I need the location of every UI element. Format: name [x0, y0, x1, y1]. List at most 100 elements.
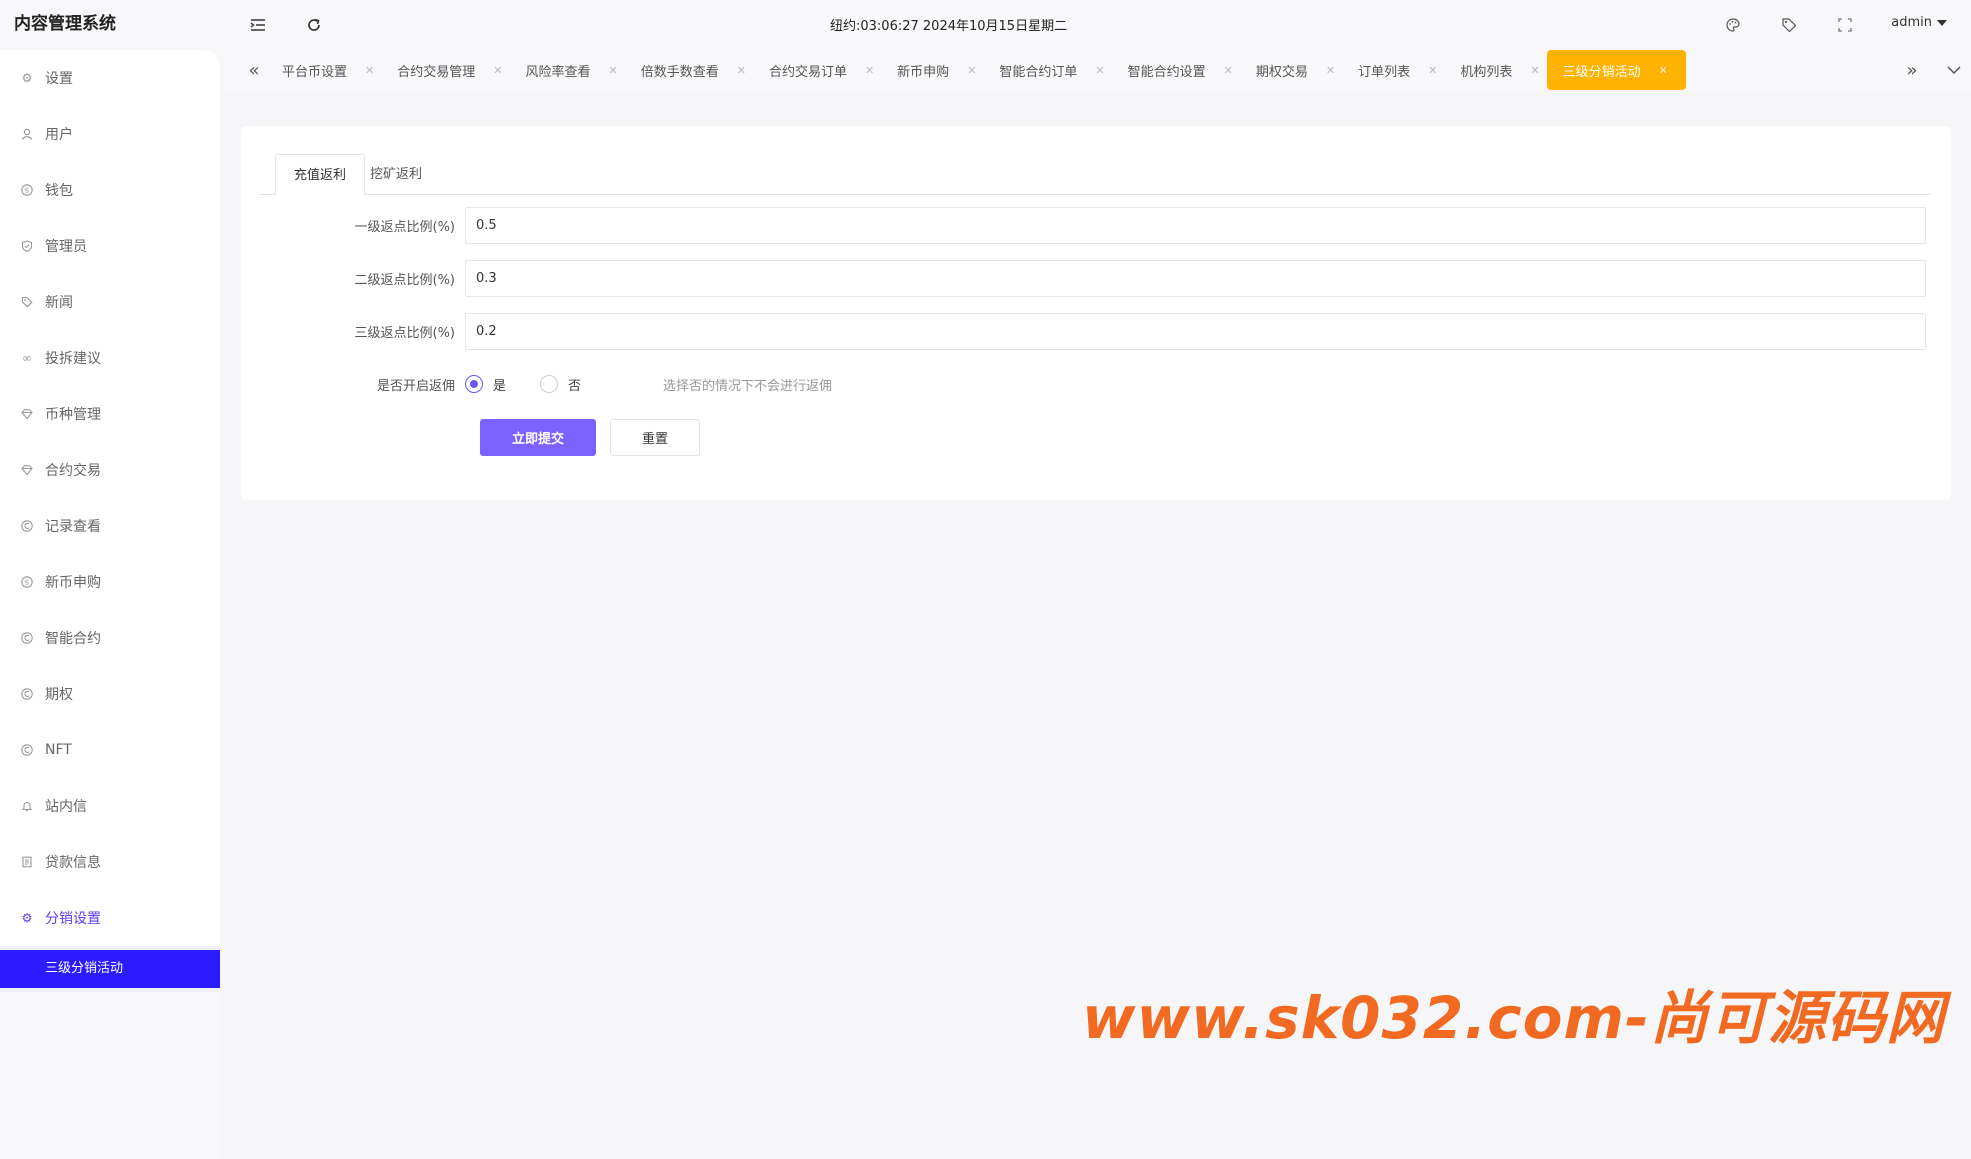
link-icon: ∞: [22, 351, 32, 365]
tab-institution-list[interactable]: 机构列表 ✕: [1444, 50, 1546, 90]
sidebar-item-wallet[interactable]: $ 钱包: [0, 162, 220, 218]
user-name: admin: [1891, 15, 1932, 30]
sidebar-item-label: 分销设置: [45, 911, 101, 927]
theme-icon[interactable]: [1722, 14, 1744, 36]
sidebar-item-nft[interactable]: NFT: [0, 722, 220, 778]
tab-label: 智能合约订单: [999, 64, 1078, 80]
sidebar-item-news[interactable]: 新闻: [0, 274, 220, 330]
tab-smart-settings[interactable]: 智能合约设置 ✕: [1112, 50, 1240, 90]
sidebar-item-admin[interactable]: 管理员: [0, 218, 220, 274]
coin-icon: [20, 519, 34, 533]
form-row-level1: 一级返点比例(%): [241, 206, 1926, 244]
form-row-level3: 三级返点比例(%): [241, 312, 1926, 350]
enable-label: 是否开启返佣: [376, 378, 455, 394]
bell-icon: [20, 799, 34, 813]
shield-icon: [20, 239, 34, 253]
close-icon[interactable]: ✕: [1095, 64, 1104, 77]
tab-options-trade[interactable]: 期权交易 ✕: [1240, 50, 1342, 90]
tab-leverage[interactable]: 倍数手数查看 ✕: [625, 50, 753, 90]
close-icon[interactable]: ✕: [1224, 64, 1233, 77]
sidebar-item-label: 贷款信息: [45, 855, 101, 871]
tab-label: 三级分销活动: [1562, 64, 1641, 80]
sidebar-item-label: 合约交易: [45, 463, 101, 479]
tag-icon[interactable]: [1778, 14, 1800, 36]
tab-risk-rate[interactable]: 风险率查看 ✕: [509, 50, 624, 90]
sidebar-item-feedback[interactable]: ∞ 投拆建议: [0, 330, 220, 386]
sidebar-item-options[interactable]: 期权: [0, 666, 220, 722]
tab-new-coin[interactable]: 新币申购 ✕: [881, 50, 983, 90]
sidebar-item-smart-contract[interactable]: 智能合约: [0, 610, 220, 666]
gear-icon: ⚙: [21, 71, 33, 85]
diamond-icon: [20, 463, 34, 477]
radio-unchecked-icon: [540, 375, 559, 393]
sidebar-item-contract[interactable]: 合约交易: [0, 442, 220, 498]
sidebar-subitem-three-level[interactable]: 三级分销活动: [0, 950, 220, 988]
coin-icon: [20, 631, 34, 645]
close-icon[interactable]: ✕: [1326, 64, 1335, 77]
page-tabs-bar: « 平台币设置 ✕ 合约交易管理 ✕ 风险率查看 ✕ 倍数手数查看 ✕ 合约交易订单 ✕ …: [220, 50, 1971, 90]
sidebar-item-currency[interactable]: 币种管理: [0, 386, 220, 442]
tab-contract-orders[interactable]: 合约交易订单 ✕: [753, 50, 881, 90]
sidebar-item-label: 站内信: [45, 799, 87, 815]
sidebar-item-label: 记录查看: [45, 519, 101, 535]
sidebar-item-messages[interactable]: 站内信: [0, 778, 220, 834]
brand-title: 内容管理系统: [14, 14, 116, 34]
coin-icon: [20, 687, 34, 701]
tabs-prev-icon[interactable]: «: [242, 58, 266, 82]
radio-no-label: 否: [568, 378, 582, 394]
level3-label: 三级返点比例(%): [354, 325, 456, 341]
fullscreen-icon[interactable]: [1834, 14, 1856, 36]
sidebar-item-label: 币种管理: [45, 407, 101, 423]
reset-button[interactable]: 重置: [610, 418, 700, 456]
close-icon[interactable]: ✕: [493, 64, 502, 77]
close-icon[interactable]: ✕: [1428, 64, 1437, 77]
enable-hint: 选择否的情况下不会进行返佣: [663, 378, 833, 394]
sidebar-item-records[interactable]: 记录查看: [0, 498, 220, 554]
tab-contract-manage[interactable]: 合约交易管理 ✕: [381, 50, 509, 90]
sidebar-item-distribution[interactable]: ⚙ 分销设置: [0, 890, 220, 946]
level1-input[interactable]: [465, 206, 1926, 244]
radio-yes[interactable]: 是: [465, 375, 506, 394]
level3-input[interactable]: [465, 312, 1926, 350]
tab-label: 平台币设置: [282, 64, 348, 80]
dollar-icon: $: [20, 575, 34, 589]
radio-no[interactable]: 否: [540, 375, 581, 394]
level1-label: 一级返点比例(%): [354, 219, 456, 235]
tab-platform-coin[interactable]: 平台币设置 ✕: [266, 50, 381, 90]
sidebar-item-label: 管理员: [45, 239, 87, 255]
close-icon[interactable]: ✕: [967, 64, 976, 77]
menu-toggle-icon[interactable]: [246, 13, 270, 37]
close-icon[interactable]: ✕: [865, 64, 874, 77]
radio-yes-label: 是: [493, 378, 507, 394]
diamond-icon: [20, 407, 34, 421]
gear-icon: ⚙: [21, 911, 33, 925]
sidebar-item-loans[interactable]: 贷款信息: [0, 834, 220, 890]
page-tabs: 平台币设置 ✕ 合约交易管理 ✕ 风险率查看 ✕ 倍数手数查看 ✕ 合约交易订单 ✕ 新币…: [266, 50, 1686, 90]
close-icon[interactable]: ✕: [608, 64, 617, 77]
tab-order-list[interactable]: 订单列表 ✕: [1342, 50, 1444, 90]
close-icon[interactable]: ✕: [737, 64, 746, 77]
sidebar-item-new-coin[interactable]: $ 新币申购: [0, 554, 220, 610]
sidebar-item-label: 新闻: [45, 295, 73, 311]
user-menu[interactable]: admin: [1891, 15, 1947, 30]
close-icon[interactable]: ✕: [1530, 64, 1539, 77]
sidebar: 内容管理系统 ⚙ 设置 用户 $ 钱包 管理员 新闻 ∞ 投拆建议 币种管理 合…: [0, 0, 220, 1159]
tab-mining-rebate[interactable]: 挖矿返利: [352, 154, 440, 195]
refresh-icon[interactable]: [302, 13, 326, 37]
tab-label: 合约交易管理: [397, 64, 476, 80]
submit-button[interactable]: 立即提交: [480, 418, 596, 456]
tab-three-level[interactable]: 三级分销活动 ✕: [1546, 50, 1686, 90]
watermark-text: www.sk032.com-尚可源码网: [1082, 984, 1946, 1052]
tab-smart-orders[interactable]: 智能合约订单 ✕: [983, 50, 1111, 90]
tab-label: 新币申购: [897, 64, 950, 80]
chevron-down-icon[interactable]: [1942, 58, 1966, 82]
form-row-level2: 二级返点比例(%): [241, 259, 1926, 297]
level2-input[interactable]: [465, 259, 1926, 297]
inner-tabs: 充值返利 挖矿返利: [259, 154, 1931, 195]
tabs-next-icon[interactable]: »: [1900, 58, 1924, 82]
svg-text:$: $: [25, 579, 29, 587]
sidebar-item-settings[interactable]: ⚙ 设置: [0, 50, 220, 106]
close-icon[interactable]: ✕: [1659, 64, 1668, 77]
close-icon[interactable]: ✕: [365, 64, 374, 77]
sidebar-item-users[interactable]: 用户: [0, 106, 220, 162]
